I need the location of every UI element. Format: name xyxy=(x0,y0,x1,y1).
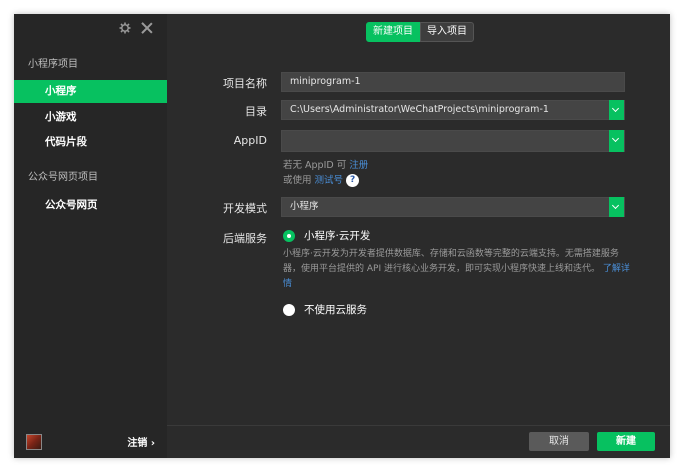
sidebar-item-code-snippet[interactable]: 代码片段 xyxy=(14,131,167,154)
avatar[interactable] xyxy=(26,434,42,450)
directory-value: C:\Users\Administrator\WeChatProjects\mi… xyxy=(290,104,549,115)
sidebar-item-official-web[interactable]: 公众号网页 xyxy=(14,194,167,217)
cancel-button[interactable]: 取消 xyxy=(529,432,589,451)
sidebar-section-miniprogram: 小程序项目 xyxy=(28,59,78,70)
dev-mode-select[interactable]: 小程序 xyxy=(281,197,625,217)
close-icon[interactable] xyxy=(141,22,153,34)
sidebar: 小程序项目 小程序 小游戏 代码片段 公众号网页项目 公众号网页 注销 › xyxy=(14,14,167,458)
chevron-down-icon[interactable] xyxy=(609,197,624,217)
project-name-label: 项目名称 xyxy=(223,77,267,90)
appid-label: AppID xyxy=(233,134,267,147)
cloud-dev-description: 小程序·云开发为开发者提供数据库、存储和云函数等完整的云端支持。无需搭建服务器，… xyxy=(283,247,633,292)
sidebar-item-minigame[interactable]: 小游戏 xyxy=(14,106,167,129)
no-cloud-option-label[interactable]: 不使用云服务 xyxy=(304,302,367,317)
sidebar-section-official-account: 公众号网页项目 xyxy=(28,172,98,183)
gear-icon[interactable] xyxy=(119,22,131,34)
sidebar-item-miniprogram[interactable]: 小程序 xyxy=(14,80,167,103)
tab-new-project[interactable]: 新建项目 xyxy=(366,22,420,42)
dev-mode-value: 小程序 xyxy=(290,201,319,212)
appid-select[interactable] xyxy=(281,130,625,152)
tab-import-project[interactable]: 导入项目 xyxy=(420,22,474,42)
radio-no-cloud[interactable] xyxy=(283,304,295,316)
dev-mode-label: 开发模式 xyxy=(223,202,267,215)
appid-hint-register: 若无 AppID 可 注册 xyxy=(283,157,368,171)
backend-label: 后端服务 xyxy=(223,232,267,245)
register-link[interactable]: 注册 xyxy=(349,160,368,171)
chevron-down-icon[interactable] xyxy=(609,130,624,152)
cloud-dev-description-text: 小程序·云开发为开发者提供数据库、存储和云函数等完整的云端支持。无需搭建服务器，… xyxy=(283,249,619,274)
footer-bar: 取消 新建 xyxy=(167,425,670,458)
directory-select[interactable]: C:\Users\Administrator\WeChatProjects\mi… xyxy=(281,100,625,120)
sidebar-footer: 注销 › xyxy=(14,426,167,458)
tab-bar: 新建项目 导入项目 xyxy=(366,22,474,42)
new-project-window: 小程序项目 小程序 小游戏 代码片段 公众号网页项目 公众号网页 注销 › 新建… xyxy=(14,14,670,458)
cloud-dev-option-label[interactable]: 小程序·云开发 xyxy=(304,228,370,243)
chevron-down-icon[interactable] xyxy=(609,100,624,120)
test-account-link[interactable]: 测试号 xyxy=(315,175,344,186)
radio-cloud-dev[interactable] xyxy=(283,230,295,242)
sidebar-top-icons xyxy=(119,22,153,34)
logout-link[interactable]: 注销 › xyxy=(127,434,155,449)
appid-hint-text: 若无 AppID 可 xyxy=(283,160,347,171)
main-panel: 新建项目 导入项目 项目名称 miniprogram-1 目录 C:\Users… xyxy=(167,14,670,458)
appid-hint-test: 或使用 测试号 ? xyxy=(283,172,360,187)
project-name-input[interactable]: miniprogram-1 xyxy=(281,72,625,92)
help-icon[interactable]: ? xyxy=(346,174,360,187)
appid-hint-or-text: 或使用 xyxy=(283,175,312,186)
directory-label: 目录 xyxy=(245,105,267,118)
create-button[interactable]: 新建 xyxy=(597,432,655,451)
